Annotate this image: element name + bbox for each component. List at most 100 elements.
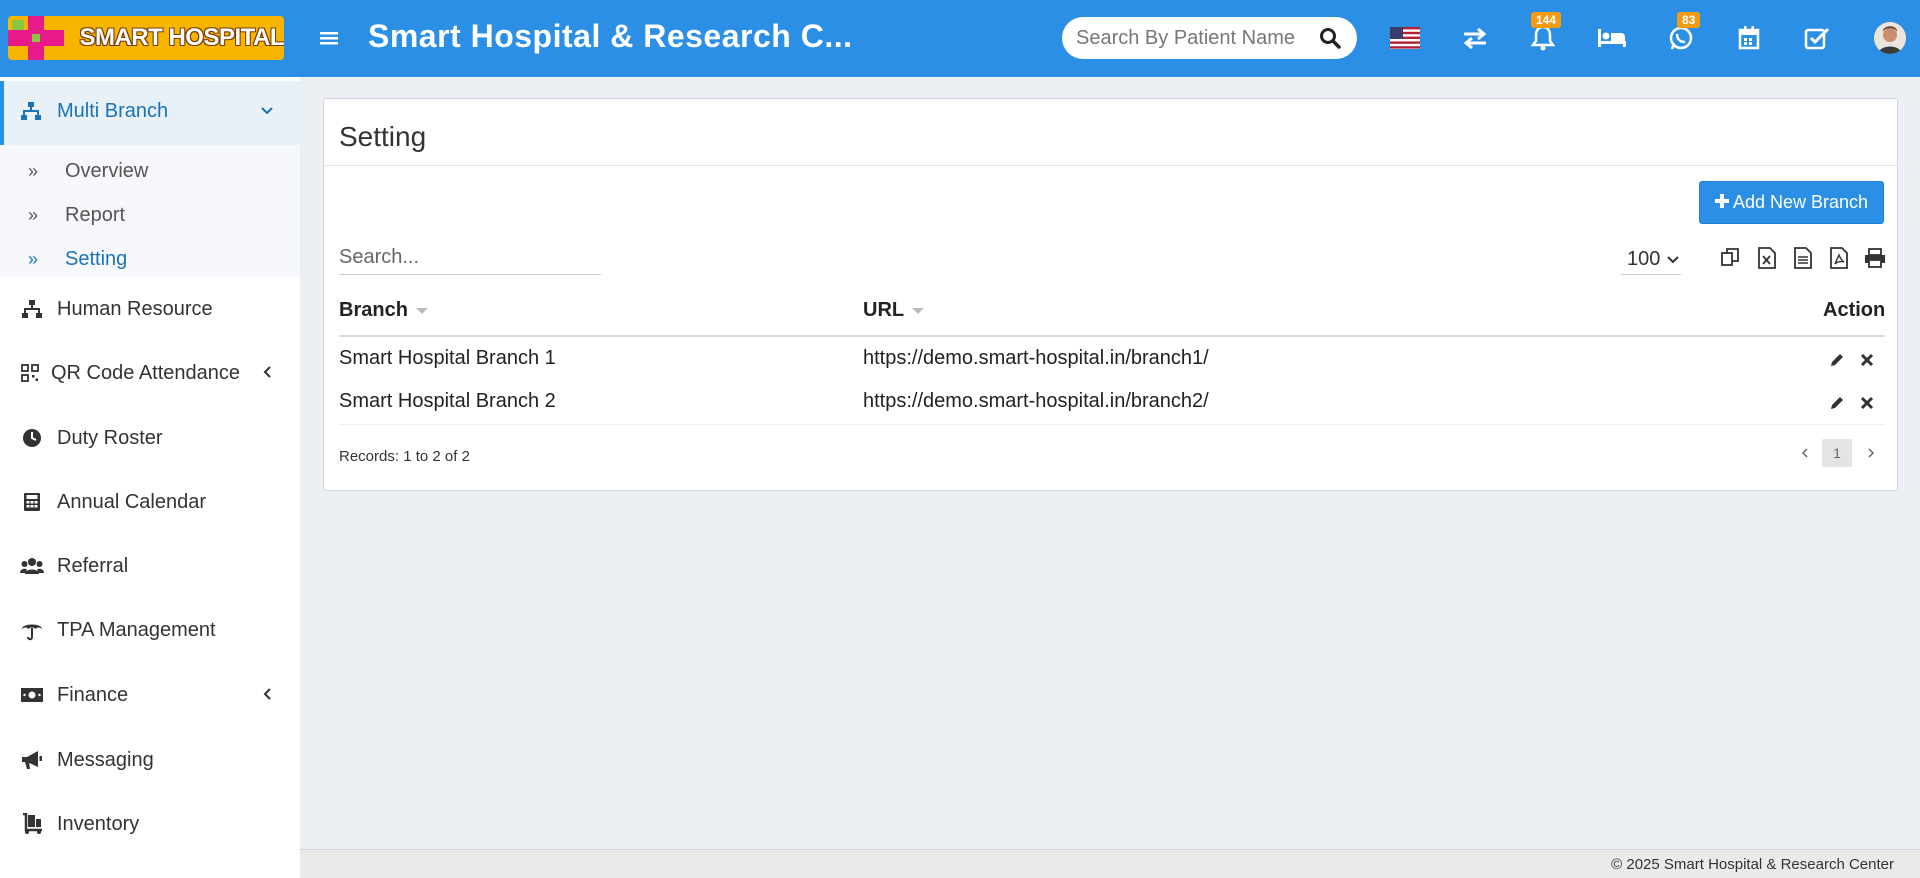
notification-bell-icon[interactable]: 144 (1527, 12, 1562, 54)
sidebar-item-label: QR Code Attendance (51, 361, 241, 384)
sitemap-icon (20, 297, 44, 321)
whatsapp-icon[interactable]: 83 (1665, 12, 1701, 54)
clock-icon (20, 426, 44, 450)
sidebar-item-human-resource[interactable]: Human Resource (0, 289, 300, 329)
money-icon (20, 683, 44, 707)
column-header-label: Branch (339, 299, 408, 321)
add-new-branch-label: Add New Branch (1732, 192, 1869, 212)
double-chevron-right-icon: » (28, 160, 39, 181)
sidebar-item-label: Messaging (57, 748, 154, 771)
footer: © 2025 Smart Hospital & Research Center (300, 849, 1920, 878)
excel-icon[interactable] (1752, 243, 1782, 273)
branch-url: https://demo.smart-hospital.in/branch1/ (863, 347, 1209, 369)
calendar-icon[interactable] (1733, 22, 1765, 54)
copy-icon[interactable] (1716, 243, 1746, 273)
page-length-value: 100 (1627, 248, 1661, 270)
csv-icon[interactable] (1788, 243, 1818, 273)
qrcode-icon (20, 361, 40, 385)
search-icon[interactable] (1319, 27, 1341, 49)
sidebar-item-annual-calendar[interactable]: Annual Calendar (0, 482, 300, 522)
submenu-item-overview[interactable]: » Overview (0, 153, 300, 189)
print-icon[interactable] (1860, 243, 1890, 273)
double-chevron-right-icon: » (28, 248, 39, 269)
submenu-item-label: Setting (65, 247, 128, 270)
sidebar: Multi Branch » Overview » Report » Setti… (0, 77, 300, 878)
sidebar-item-multi-branch[interactable]: Multi Branch (0, 81, 300, 145)
page-length-select[interactable]: 100 (1621, 245, 1681, 275)
top-header: SMART HOSPITAL Smart Hospital & Research… (0, 0, 1920, 77)
sidebar-item-qr-code-attendance[interactable]: QR Code Attendance (0, 353, 300, 393)
table-search-input[interactable] (339, 241, 601, 275)
sidebar-item-label: Referral (57, 554, 129, 577)
sidebar-item-tpa-management[interactable]: TPA Management (0, 610, 300, 650)
column-header-label: URL (863, 299, 905, 321)
notifications-badge: 144 (1531, 12, 1562, 28)
patient-search (1062, 17, 1357, 59)
table-header-divider (339, 335, 1885, 337)
column-header-url[interactable]: URL (863, 299, 925, 322)
app-title: Smart Hospital & Research C... (368, 18, 853, 54)
divider (324, 165, 1897, 166)
sidebar-item-duty-roster[interactable]: Duty Roster (0, 418, 300, 458)
chevron-left-icon (262, 684, 272, 707)
logo-cross-icon (8, 16, 64, 60)
column-header-branch[interactable]: Branch (339, 299, 428, 322)
sidebar-item-referral[interactable]: Referral (0, 546, 300, 586)
delete-close-icon[interactable] (1857, 350, 1877, 370)
chevron-down-icon (260, 103, 274, 121)
whatsapp-badge: 83 (1677, 12, 1701, 28)
column-header-action: Action (1823, 299, 1886, 321)
sidebar-item-inventory[interactable]: Inventory (0, 804, 300, 844)
bullhorn-icon (20, 748, 44, 772)
chevron-left-icon (262, 362, 272, 385)
umbrella-icon (20, 618, 44, 642)
pagination-page-1[interactable]: 1 (1822, 439, 1852, 467)
pagination-prev-icon[interactable] (1795, 439, 1815, 467)
submenu-item-setting[interactable]: » Setting (0, 241, 300, 277)
chevron-down-icon (1666, 248, 1680, 271)
bed-icon[interactable] (1596, 22, 1628, 54)
records-info: Records: 1 to 2 of 2 (339, 448, 470, 465)
submenu-item-label: Overview (65, 159, 149, 182)
sidebar-item-label: Annual Calendar (57, 490, 206, 513)
submenu-item-label: Report (65, 203, 126, 226)
task-check-icon[interactable] (1801, 22, 1833, 54)
table-bottom-divider (339, 424, 1885, 425)
copyright-text: © 2025 Smart Hospital & Research Center (1611, 856, 1894, 873)
add-new-branch-button[interactable]: Add New Branch (1699, 181, 1884, 224)
dolly-icon (20, 812, 44, 836)
sort-icon (415, 307, 428, 314)
sidebar-item-label: Finance (57, 683, 129, 706)
page-title: Setting (339, 121, 427, 152)
menu-toggle-icon[interactable] (320, 26, 340, 50)
branch-name: Smart Hospital Branch 2 (339, 390, 556, 412)
user-avatar[interactable] (1874, 22, 1906, 54)
sidebar-item-label: Inventory (57, 812, 140, 835)
app-logo[interactable]: SMART HOSPITAL (8, 16, 284, 60)
logo-text: SMART HOSPITAL (79, 24, 284, 51)
patient-search-input[interactable] (1076, 26, 1300, 50)
plus-icon (1714, 192, 1729, 213)
sitemap-icon (20, 101, 42, 126)
sidebar-item-label: Multi Branch (57, 100, 169, 122)
calculator-icon (20, 490, 44, 514)
sidebar-item-messaging[interactable]: Messaging (0, 740, 300, 780)
sidebar-item-label: Duty Roster (57, 426, 163, 449)
us-flag-icon[interactable] (1389, 22, 1421, 54)
pdf-icon[interactable] (1824, 243, 1854, 273)
sidebar-item-label: Human Resource (57, 297, 213, 320)
sidebar-item-finance[interactable]: Finance (0, 675, 300, 715)
sort-icon (912, 307, 925, 314)
delete-close-icon[interactable] (1857, 393, 1877, 413)
branch-url: https://demo.smart-hospital.in/branch2/ (863, 390, 1209, 412)
pagination-next-icon[interactable] (1861, 439, 1881, 467)
submenu-item-report[interactable]: » Report (0, 197, 300, 233)
users-icon (20, 554, 44, 578)
edit-pencil-icon[interactable] (1827, 350, 1847, 370)
multi-branch-submenu: » Overview » Report » Setting (0, 145, 300, 277)
double-chevron-right-icon: » (28, 204, 39, 225)
switch-arrows-icon[interactable] (1459, 22, 1491, 54)
branch-name: Smart Hospital Branch 1 (339, 347, 556, 369)
settings-panel: Setting Add New Branch 100 Branch URL Ac… (323, 98, 1898, 491)
edit-pencil-icon[interactable] (1827, 393, 1847, 413)
